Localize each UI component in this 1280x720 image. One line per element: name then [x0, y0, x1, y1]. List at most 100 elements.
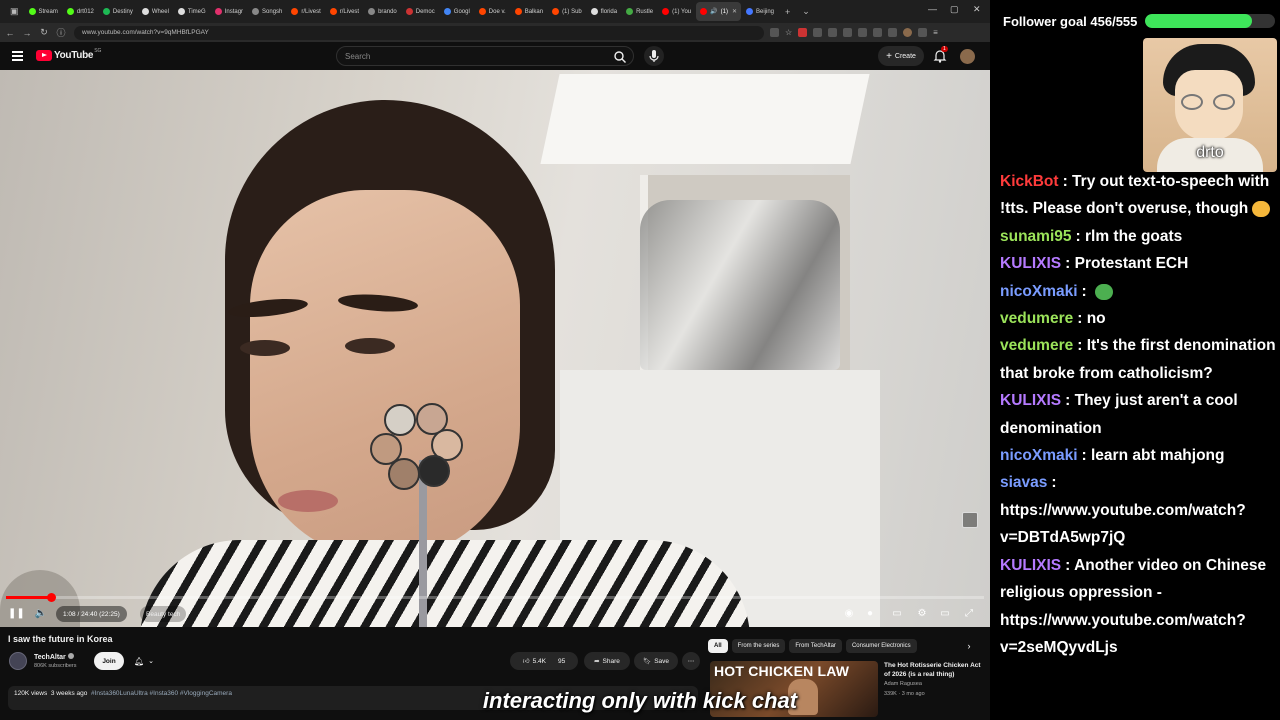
tab-label: r/Livest: [339, 8, 360, 15]
like-button[interactable]: 👍︎ 5.4K: [523, 657, 546, 666]
browser-tab[interactable]: Googl: [440, 2, 474, 21]
extension-icon[interactable]: [813, 28, 823, 37]
sidebar-icon[interactable]: [888, 28, 898, 37]
back-icon[interactable]: ←: [3, 28, 17, 38]
chat-text: rlm the goats: [1084, 227, 1183, 245]
browser-tab[interactable]: florida: [587, 2, 621, 21]
chapter-title[interactable]: Beauty tech: [140, 606, 187, 622]
extension-icon[interactable]: [770, 28, 779, 37]
url-field[interactable]: www.youtube.com/watch?v=9qMHBfLPGAY: [74, 25, 764, 40]
account-avatar[interactable]: [960, 49, 975, 64]
create-button[interactable]: + Create: [878, 46, 924, 66]
new-tab-icon[interactable]: +: [785, 7, 790, 17]
hamburger-menu-icon[interactable]: [12, 51, 23, 61]
tab-label: Googl: [453, 8, 470, 15]
chat-username[interactable]: vedumere: [1000, 310, 1073, 327]
browser-tab[interactable]: brando: [364, 2, 401, 21]
chat-username[interactable]: KULIXIS: [1000, 557, 1061, 574]
chat-username[interactable]: vedumere: [1000, 337, 1073, 354]
theater-mode-icon[interactable]: ▭: [937, 606, 953, 622]
browser-tab[interactable]: Balkan: [511, 2, 547, 21]
browser-tab[interactable]: Rustle: [622, 2, 657, 21]
chat-message: KULIXIS: They just aren't a cool denomin…: [1000, 387, 1278, 442]
maximize-icon[interactable]: ▢: [950, 4, 959, 15]
forward-icon[interactable]: →: [20, 28, 34, 38]
related-video-title[interactable]: The Hot Rotisserie Chicken Act of 2026 (…: [884, 661, 984, 679]
close-window-icon[interactable]: ✕: [973, 4, 981, 15]
channel-avatar[interactable]: [9, 652, 27, 670]
chat-separator: :: [1075, 227, 1085, 245]
chat-username[interactable]: KickBot: [1000, 173, 1059, 190]
microphone-icon[interactable]: [644, 46, 664, 66]
browser-tab[interactable]: Destiny: [99, 2, 137, 21]
reload-icon[interactable]: ↻: [37, 27, 51, 38]
extension-icon[interactable]: [843, 28, 853, 37]
join-button[interactable]: Join: [94, 652, 124, 670]
more-actions-icon[interactable]: ⋯: [682, 652, 700, 670]
pause-icon[interactable]: ❚❚: [8, 606, 25, 622]
extension-icon[interactable]: [858, 28, 868, 37]
minimize-icon[interactable]: —: [928, 4, 937, 14]
video-player[interactable]: [0, 70, 990, 627]
site-info-icon[interactable]: ⓘ: [54, 26, 68, 39]
browser-tab[interactable]: Songsh: [248, 2, 286, 21]
scrubber-handle[interactable]: [46, 593, 56, 602]
channel-name[interactable]: TechAltar: [34, 653, 74, 661]
chat-username[interactable]: siavas: [1000, 474, 1047, 491]
chat-username[interactable]: sunami95: [1000, 228, 1072, 245]
bookmark-star-icon[interactable]: ☆: [785, 28, 792, 37]
channel-name-text[interactable]: TechAltar: [34, 654, 66, 661]
filter-chip[interactable]: Consumer Electronics: [845, 639, 917, 653]
settings-gear-icon[interactable]: ⚙: [914, 606, 930, 622]
filter-chip[interactable]: From TechAltar: [789, 639, 842, 653]
tab-menu-icon[interactable]: ▣: [10, 6, 19, 17]
subtitles-icon[interactable]: ▭: [889, 606, 905, 622]
extension-icon[interactable]: [828, 28, 838, 37]
chat-username[interactable]: KULIXIS: [1000, 255, 1061, 272]
browser-tab[interactable]: (1) You: [658, 2, 695, 21]
filter-chip[interactable]: From the series: [731, 639, 786, 653]
share-button[interactable]: ➦ Share: [584, 652, 630, 670]
volume-icon[interactable]: 🔈: [33, 606, 49, 622]
fullscreen-icon[interactable]: ⤢: [961, 606, 977, 622]
chat-username[interactable]: KULIXIS: [1000, 392, 1061, 409]
autoplay-icon[interactable]: ◉: [841, 606, 857, 622]
profile-icon[interactable]: [903, 28, 913, 37]
tab-label: (1): [720, 8, 728, 15]
tab-beijing[interactable]: Beijing: [742, 2, 778, 21]
filter-chip[interactable]: All: [708, 639, 728, 653]
search-icon[interactable]: [613, 50, 627, 64]
browser-tab[interactable]: Doe v.: [475, 2, 510, 21]
comment-count[interactable]: 95: [558, 658, 565, 665]
chat-username[interactable]: nicoXmaki: [1000, 447, 1078, 464]
related-video-channel[interactable]: Adam Ragusea: [884, 681, 922, 687]
tab-label: Songsh: [262, 8, 283, 15]
tab-bar: ▣ Stream drt012 Destiny Wheel TimeG Instagr So…: [0, 0, 990, 23]
chevron-right-icon[interactable]: ›: [962, 639, 976, 653]
browser-tab[interactable]: TimeG: [174, 2, 210, 21]
browser-tab[interactable]: r/Livest: [326, 2, 363, 21]
youtube-logo[interactable]: YouTube SG: [36, 48, 101, 61]
chevron-down-icon: ⌄: [148, 658, 155, 665]
subscription-bell-button[interactable]: 🔔︎ ⌄: [128, 652, 160, 670]
browser-tab[interactable]: Democ: [402, 2, 439, 21]
extension-icon[interactable]: [798, 28, 808, 37]
chat-username[interactable]: nicoXmaki: [1000, 283, 1078, 300]
autoplay-toggle-icon[interactable]: ●: [862, 606, 878, 622]
browser-tab[interactable]: r/Livest: [287, 2, 324, 21]
miniplayer-icon[interactable]: [962, 512, 978, 528]
browser-tab[interactable]: drt012: [63, 2, 98, 21]
extensions-puzzle-icon[interactable]: [918, 28, 928, 37]
progress-bar[interactable]: [6, 593, 984, 602]
browser-tab[interactable]: Stream: [25, 2, 62, 21]
search-input[interactable]: [345, 52, 595, 61]
browser-tab[interactable]: Instagr: [211, 2, 247, 21]
tab-active[interactable]: 🔊 (1) ✕: [696, 2, 741, 21]
close-tab-icon[interactable]: ✕: [732, 8, 737, 15]
download-icon[interactable]: [873, 28, 883, 37]
browser-tab[interactable]: (1) Sub: [548, 2, 586, 21]
save-button[interactable]: 🔖︎ Save: [634, 652, 678, 670]
tab-search-chevron-icon[interactable]: ⌄: [802, 6, 810, 17]
browser-menu-icon[interactable]: ≡: [933, 28, 938, 37]
browser-tab[interactable]: Wheel: [138, 2, 173, 21]
